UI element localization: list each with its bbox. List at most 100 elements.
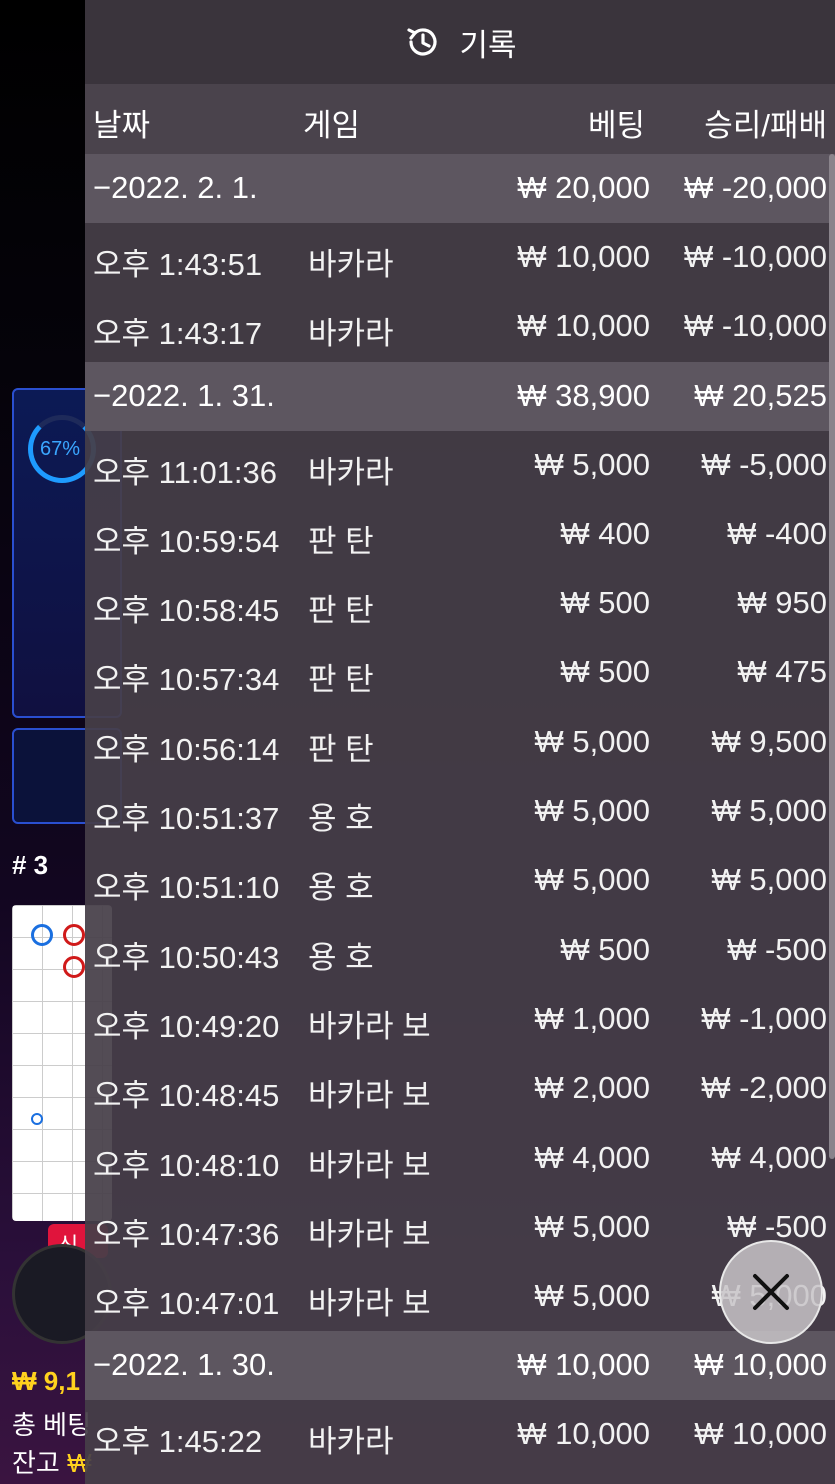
row-result: ₩ 950 [737, 585, 827, 621]
row-time: 오후 1:43:51 [93, 247, 263, 282]
col-date: 날짜 [93, 108, 151, 143]
row-game: 바카라 [308, 247, 394, 282]
row-time: 오후 10:47:36 [93, 1216, 280, 1252]
row-time: −2022. 2. 1. [93, 170, 258, 205]
history-row[interactable]: 오후 10:51:37 용 호 ₩ 5,000 ₩ 5,000 [85, 777, 835, 846]
row-game: 판 탄 [308, 731, 374, 767]
history-row[interactable]: 오후 10:49:20 바카라 보 ₩ 1,000 ₩ -1,000 [85, 985, 835, 1054]
road-marker-blue-small [31, 1113, 43, 1125]
progress-label: 67% [40, 438, 81, 460]
history-row[interactable]: 오후 10:56:14 판 탄 ₩ 5,000 ₩ 9,500 [85, 708, 835, 777]
row-game: 바카라 보 [308, 1078, 431, 1114]
row-bet: ₩ 4,000 [534, 1139, 650, 1175]
history-row[interactable]: 오후 1:45:22 바카라 ₩ 10,000 ₩ 10,000 [85, 1400, 835, 1469]
row-game: 바카라 보 [308, 1286, 431, 1322]
row-bet: ₩ 500 [560, 931, 650, 967]
row-result: ₩ -500 [727, 931, 827, 967]
row-result: ₩ -1,000 [701, 1000, 827, 1036]
row-time: 오후 10:58:45 [93, 593, 280, 629]
balance-amount: ₩ 9,1 [12, 1366, 80, 1396]
total-bet-label: 총 베팅 [12, 1410, 91, 1440]
history-row[interactable]: 오후 10:48:10 바카라 보 ₩ 4,000 ₩ 4,000 [85, 1124, 835, 1193]
row-bet: ₩ 5,000 [534, 1208, 650, 1244]
history-row[interactable]: 오후 10:57:34 판 탄 ₩ 500 ₩ 475 [85, 638, 835, 707]
row-time: −2022. 1. 30. [93, 1347, 275, 1383]
row-bet: ₩ 500 [560, 654, 650, 690]
row-time: 오후 10:49:20 [93, 1008, 280, 1044]
row-result: ₩ -5,000 [701, 446, 827, 482]
history-panel: 기록 날짜 게임 베팅 승리/패배 −2022. 2. 1. ₩ 20,000 ₩ … [85, 0, 835, 1484]
balance-label: 잔고 [12, 1448, 60, 1478]
history-row[interactable]: 오후 10:47:36 바카라 보 ₩ 5,000 ₩ -500 [85, 1193, 835, 1262]
close-button[interactable] [719, 1240, 823, 1344]
row-time: 오후 10:57:34 [93, 662, 280, 698]
column-headers: 날짜 게임 베팅 승리/패배 [85, 84, 835, 154]
row-game: 바카라 보 [308, 1216, 431, 1252]
row-time: 오후 10:51:10 [93, 870, 280, 906]
col-game: 게임 [303, 108, 361, 143]
col-bet: 베팅 [587, 108, 645, 143]
road-marker-red [63, 924, 85, 946]
row-result: ₩ 4,000 [711, 1139, 827, 1175]
date-group-row[interactable]: −2022. 1. 31. ₩ 38,900 ₩ 20,525 [85, 361, 835, 431]
row-bet: ₩ 5,000 [534, 793, 650, 829]
row-time: 오후 1:45:22 [93, 1424, 263, 1460]
row-bet: ₩ 5,000 [534, 862, 650, 898]
history-row[interactable]: 오후 10:48:45 바카라 보 ₩ 2,000 ₩ -2,000 [85, 1054, 835, 1123]
history-row[interactable]: 오후 1:43:17 바카라 ₩ 10,000 ₩ -10,000 [85, 292, 835, 361]
history-row[interactable]: 오후 10:59:54 판 탄 ₩ 400 ₩ -400 [85, 500, 835, 569]
row-time: 오후 10:56:14 [93, 731, 280, 767]
row-bet: ₩ 5,000 [534, 1278, 650, 1314]
row-time: 오후 10:48:10 [93, 1147, 280, 1183]
row-result: ₩ 475 [737, 654, 827, 690]
row-result: ₩ 10,000 [694, 1416, 827, 1452]
row-game: 판 탄 [308, 523, 374, 559]
history-row[interactable]: 오후 11:01:36 바카라 ₩ 5,000 ₩ -5,000 [85, 431, 835, 500]
row-bet: ₩ 20,000 [517, 170, 650, 205]
table-number: # 3 [12, 850, 49, 880]
road-marker-red [63, 956, 85, 978]
row-result: ₩ 10,000 [694, 1347, 827, 1383]
row-game: 바카라 [308, 1424, 394, 1460]
total-bet-line: 총 베팅 [12, 1405, 91, 1442]
road-marker-blue [31, 924, 53, 946]
row-result: ₩ 5,000 [711, 793, 827, 829]
row-game: 바카라 보 [308, 1147, 431, 1183]
row-bet: ₩ 10,000 [517, 308, 650, 344]
row-time: 오후 10:59:54 [93, 523, 280, 559]
history-row[interactable]: 오후 10:51:10 용 호 ₩ 5,000 ₩ 5,000 [85, 846, 835, 915]
history-row[interactable]: 오후 1:43:51 바카라 ₩ 10,000 ₩ -10,000 [85, 223, 835, 292]
row-bet: ₩ 5,000 [534, 723, 650, 759]
col-result: 승리/패배 [704, 108, 827, 143]
row-bet: ₩ 1,000 [534, 1000, 650, 1036]
row-result: ₩ -400 [727, 515, 827, 551]
row-bet: ₩ 5,000 [534, 446, 650, 482]
history-clock-icon [407, 28, 438, 56]
row-time: 오후 10:51:37 [93, 801, 280, 837]
row-bet: ₩ 400 [560, 515, 650, 551]
row-result: ₩ -2,000 [701, 1070, 827, 1106]
row-game: 바카라 [308, 316, 394, 352]
scrollbar[interactable] [829, 154, 835, 1159]
row-game: 용 호 [308, 870, 374, 906]
row-bet: ₩ 38,900 [517, 377, 650, 413]
close-icon [753, 1274, 789, 1310]
history-row[interactable]: 오후 10:50:43 용 호 ₩ 500 ₩ -500 [85, 916, 835, 985]
date-group-row[interactable]: −2022. 1. 30. ₩ 10,000 ₩ 10,000 [85, 1331, 835, 1401]
history-header: 기록 [85, 0, 835, 84]
history-title: 기록 [459, 27, 517, 63]
row-bet: ₩ 500 [560, 585, 650, 621]
row-game: 바카라 [308, 454, 394, 490]
row-result: ₩ -10,000 [683, 239, 827, 274]
row-result: ₩ 20,525 [694, 377, 827, 413]
row-result: ₩ 9,500 [711, 723, 827, 759]
row-time: 오후 10:50:43 [93, 939, 280, 975]
row-game: 용 호 [308, 939, 374, 975]
row-time: −2022. 1. 31. [93, 377, 275, 413]
row-time: 오후 1:43:17 [93, 316, 263, 352]
row-game: 용 호 [308, 801, 374, 837]
date-group-row[interactable]: −2022. 2. 1. ₩ 20,000 ₩ -20,000 [85, 154, 835, 223]
row-game: 바카라 보 [308, 1008, 431, 1044]
row-time: 오후 10:48:45 [93, 1078, 280, 1114]
history-row[interactable]: 오후 10:58:45 판 탄 ₩ 500 ₩ 950 [85, 569, 835, 638]
